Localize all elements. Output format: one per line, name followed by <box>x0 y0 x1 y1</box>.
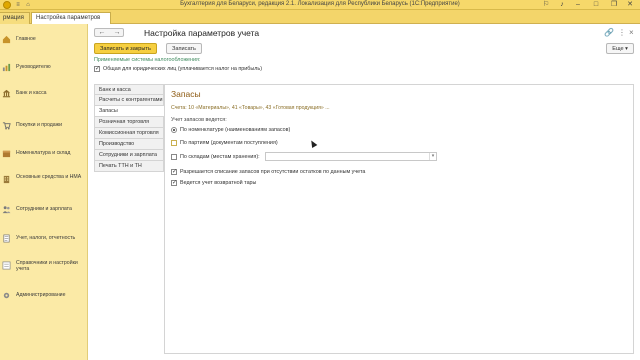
gear-icon <box>3 292 10 299</box>
returnable-tare-label: Ведется учет возвратной тары <box>180 180 257 186</box>
sidebar-item-manager[interactable]: Руководителю <box>0 60 88 80</box>
by-item-label: По номенклатуре (наименованиям запасов) <box>180 127 291 133</box>
sidebar-item-purchases[interactable]: Покупки и продажи <box>0 118 88 138</box>
sidebar: Главное Руководителю Банк и касса Покупк… <box>0 24 88 360</box>
settings-icon <box>2 261 11 270</box>
history-icon[interactable]: ⚐ <box>540 0 552 10</box>
sidebar-item-label: Справочники и настройки учета <box>16 260 78 273</box>
maximize-icon[interactable]: □ <box>590 0 602 10</box>
close-form-icon[interactable]: × <box>629 28 634 37</box>
tab-label: рмация <box>3 15 24 21</box>
title-bar: ≡ ⌂ Бухгалтерия для Беларуси, редакция 2… <box>0 0 640 10</box>
sidebar-item-employees[interactable]: Сотрудники и зарплата <box>0 202 88 222</box>
mouse-cursor-icon <box>308 138 318 149</box>
home-icon <box>2 35 11 44</box>
link-icon[interactable]: 🔗 <box>604 28 614 37</box>
tab-accounting-settings[interactable]: Настройка параметров учета× <box>31 12 111 32</box>
sidebar-item-main[interactable]: Главное <box>0 32 88 52</box>
inventory-panel: Запасы Счета: 10 «Материалы», 41 «Товары… <box>164 84 634 354</box>
allow-writeoff-checkbox[interactable] <box>171 168 177 175</box>
accounts-link[interactable]: Счета: 10 «Материалы», 41 «Товары», 43 «… <box>171 105 330 111</box>
by-batch-checkbox[interactable] <box>171 140 177 146</box>
sidebar-item-administration[interactable]: Администрирование <box>0 288 88 308</box>
section-retail[interactable]: Розничная торговля <box>94 117 164 128</box>
chart-icon <box>2 63 11 72</box>
main-area: ← → Настройка параметров учета 🔗 ⋮ × Зап… <box>88 24 640 360</box>
sidebar-item-accounting[interactable]: Учет, налоги, отчетность <box>0 231 88 251</box>
forward-icon[interactable]: → <box>110 29 124 37</box>
section-inventory[interactable]: Запасы <box>94 106 164 117</box>
sidebar-item-label: Руководителю <box>16 64 51 70</box>
by-warehouse-label: По складам (местам хранения): <box>180 154 260 160</box>
sidebar-item-label: Главное <box>16 36 36 42</box>
sidebar-item-fixed-assets[interactable]: Основные средства и НМА <box>0 170 88 196</box>
minimize-icon[interactable]: – <box>572 0 584 10</box>
more-actions-icon[interactable]: ⋮ <box>618 28 626 37</box>
tab-information[interactable]: рмация <box>0 12 30 24</box>
sidebar-item-label: Сотрудники и зарплата <box>16 206 72 212</box>
sidebar-item-label: Банк и касса <box>16 90 47 96</box>
sidebar-item-label: Учет, налоги, отчетность <box>16 235 76 241</box>
sidebar-item-label: Покупки и продажи <box>16 122 63 128</box>
warehouse-select[interactable]: ▾ <box>265 152 437 161</box>
sidebar-item-nomenclature[interactable]: Номенклатура и склад <box>0 146 88 166</box>
section-production[interactable]: Производство <box>94 139 164 150</box>
sidebar-item-label: Номенклатура и склад <box>16 150 71 156</box>
more-button[interactable]: Еще ▾ <box>606 43 634 54</box>
section-waybill-print[interactable]: Печать ТТН и ТН <box>94 161 164 172</box>
section-bank[interactable]: Банк и касса <box>94 84 164 95</box>
inventory-label: Учет запасов ведется: <box>171 117 227 123</box>
building-icon <box>3 175 10 184</box>
sidebar-item-bank[interactable]: Банк и касса <box>0 86 88 106</box>
bank-icon <box>2 89 11 98</box>
save-and-close-button[interactable]: Записать и закрыть <box>94 43 157 54</box>
back-icon[interactable]: ← <box>95 29 109 37</box>
save-button[interactable]: Записать <box>166 43 202 54</box>
report-icon <box>3 234 10 243</box>
tax-systems-label: Применяемые системы налогообложения: <box>94 57 201 63</box>
allow-writeoff-label: Разрешается списание запасов при отсутст… <box>180 169 366 175</box>
general-tax-checkbox[interactable] <box>94 65 100 72</box>
people-icon <box>2 206 11 214</box>
general-tax-label: Общая для юридических лиц (уплачивается … <box>103 66 263 72</box>
restore-icon[interactable]: ❐ <box>608 0 620 10</box>
sidebar-item-label: Основные средства и НМА <box>16 174 82 180</box>
section-commission[interactable]: Комиссионная торговля <box>94 128 164 139</box>
sidebar-item-references[interactable]: Справочники и настройки учета <box>0 256 88 282</box>
close-icon[interactable]: ✕ <box>624 0 636 10</box>
box-icon <box>2 150 11 158</box>
by-item-checkbox[interactable] <box>171 127 177 133</box>
cart-icon <box>2 122 11 130</box>
section-employees[interactable]: Сотрудники и зарплата <box>94 150 164 161</box>
section-counterparties[interactable]: Расчеты с контрагентами <box>94 95 164 106</box>
by-batch-label: По партиям (документам поступления) <box>180 140 278 146</box>
returnable-tare-checkbox[interactable] <box>171 179 177 186</box>
sidebar-item-label: Администрирование <box>16 292 66 298</box>
nav-arrows: ← → <box>94 28 124 37</box>
tab-strip: рмация Настройка параметров учета× <box>0 10 640 32</box>
chevron-down-icon[interactable]: ▾ <box>429 153 436 160</box>
panel-title: Запасы <box>171 89 201 99</box>
by-warehouse-checkbox[interactable] <box>171 154 177 160</box>
page-title: Настройка параметров учета <box>144 28 260 38</box>
bell-icon[interactable]: ♪ <box>556 0 568 10</box>
